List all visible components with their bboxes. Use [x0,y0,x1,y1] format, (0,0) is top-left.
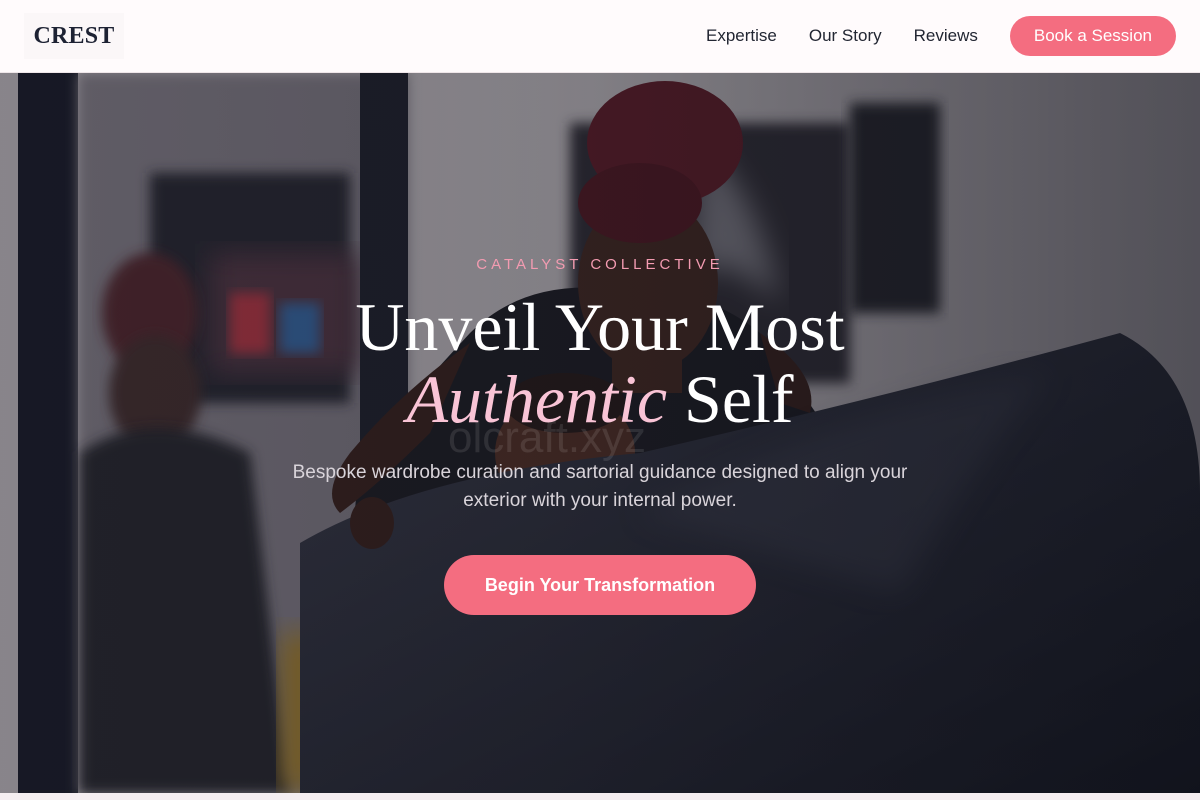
hero-section: olcraft.xyz CATALYST COLLECTIVE Unveil Y… [0,73,1200,793]
begin-transformation-button[interactable]: Begin Your Transformation [444,555,756,615]
nav-link-reviews[interactable]: Reviews [914,26,978,46]
nav-link-expertise[interactable]: Expertise [706,26,777,46]
logo-container[interactable]: CREST [24,13,124,59]
headline-accent: Authentic [406,361,668,437]
hero-eyebrow: CATALYST COLLECTIVE [476,256,724,273]
nav-link-our-story[interactable]: Our Story [809,26,882,46]
nav-menu: Expertise Our Story Reviews Book a Sessi… [706,16,1176,56]
navbar: CREST Expertise Our Story Reviews Book a… [0,0,1200,73]
hero-subtext: Bespoke wardrobe curation and sartorial … [292,462,908,511]
next-section-edge [0,793,1200,800]
book-session-button[interactable]: Book a Session [1009,16,1176,56]
logo[interactable]: CREST [33,23,114,50]
headline-line-2-rest: Self [667,361,794,437]
headline-line-1: Unveil Your Most [355,289,845,365]
hero-headline: Unveil Your Most Authentic Self [0,291,1200,435]
